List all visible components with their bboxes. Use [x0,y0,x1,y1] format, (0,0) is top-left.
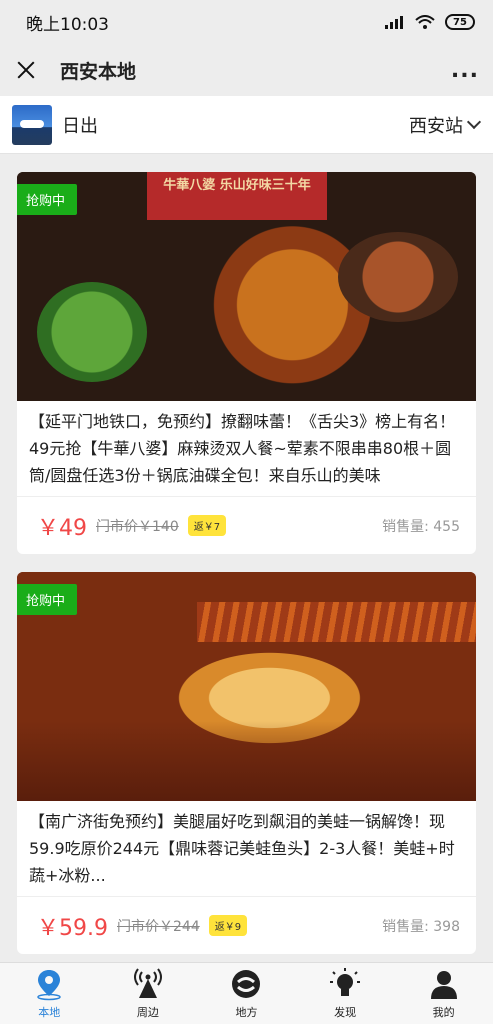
rebate-badge: 返￥7 [187,515,227,536]
tab-label: 地方 [235,1006,258,1019]
location-bar: 日出 西安站 [0,96,493,154]
swirl-logo-icon [232,970,261,998]
lightbulb-icon [330,968,361,996]
deal-card[interactable]: 抢购中 【南广济街免预约】美腿届好吃到飙泪的美蛙一锅解馋！现59.9吃原价244… [17,572,476,954]
tab-discover[interactable]: 发现 [296,963,395,1024]
tab-local[interactable]: 本地 [0,963,99,1024]
tab-label: 我的 [432,1006,455,1019]
original-price: 门市价￥244 [117,918,200,935]
page-title: 西安本地 [60,60,137,83]
bottom-tab-bar: 本地 周边 地方 发现 我的 [0,962,493,1024]
flash-sale-badge: 抢购中 [17,184,78,215]
deal-price: ￥59.9 [37,915,108,941]
tab-places[interactable]: 地方 [197,963,296,1024]
station-label: 西安站 [409,115,463,137]
close-icon[interactable] [14,58,38,82]
deal-footer: ￥59.9 门市价￥244 返￥9 销售量: 398 [17,897,476,954]
signal-icon [385,16,403,29]
sales-count: 销售量: 398 [382,918,460,935]
deal-image[interactable]: 抢购中 [17,572,476,801]
location-pin-icon [37,970,62,1001]
deal-card[interactable]: 抢购中 牛華八婆 乐山好味三十年 【延平门地铁口，免预约】撩翻味蕾！《舌尖3》榜… [17,172,476,554]
battery-icon: 75 [445,14,475,30]
tab-profile[interactable]: 我的 [394,963,493,1024]
location-name: 日出 [62,115,98,137]
deal-description: 【延平门地铁口，免预约】撩翻味蕾！《舌尖3》榜上有名！49元抢【牛華八婆】麻辣烫… [17,401,476,497]
original-price: 门市价￥140 [96,518,179,535]
tab-label: 发现 [334,1006,357,1019]
status-icons: 75 [385,14,475,30]
tab-label: 周边 [136,1006,159,1019]
status-time: 晚上10:03 [26,14,109,35]
restaurant-sign: 牛華八婆 乐山好味三十年 [147,172,327,220]
rebate-badge: 返￥9 [208,915,248,936]
deal-image[interactable]: 抢购中 牛華八婆 乐山好味三十年 [17,172,476,401]
sales-count: 销售量: 455 [382,518,460,535]
wifi-icon [415,15,435,29]
chevron-down-icon [466,114,482,130]
person-icon [430,971,457,999]
deal-description: 【南广济街免预约】美腿届好吃到飙泪的美蛙一锅解馋！现59.9吃原价244元【鼎味… [17,801,476,897]
deal-price: ￥49 [37,515,87,541]
deal-footer: ￥49 门市价￥140 返￥7 销售量: 455 [17,497,476,554]
station-selector[interactable]: 西安站 [409,112,482,138]
deal-feed: 抢购中 牛華八婆 乐山好味三十年 【延平门地铁口，免预约】撩翻味蕾！《舌尖3》榜… [17,172,476,972]
status-bar: 晚上10:03 75 [0,0,493,44]
flash-sale-badge: 抢购中 [17,584,78,615]
more-menu-icon[interactable]: ... [451,58,479,83]
tab-label: 本地 [38,1006,61,1019]
location-thumbnail [12,104,52,145]
signal-tower-icon [133,968,162,998]
tab-nearby[interactable]: 周边 [99,963,198,1024]
title-bar: 西安本地 ... [0,44,493,96]
